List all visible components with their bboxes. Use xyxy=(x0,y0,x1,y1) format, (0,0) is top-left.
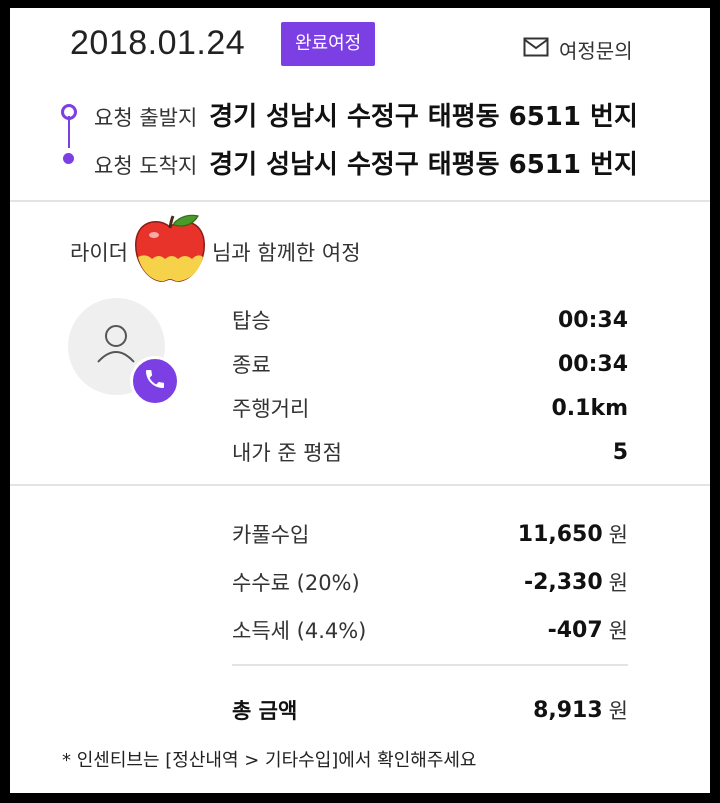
stat-value: 00:34 xyxy=(557,351,628,377)
income-row: 카풀수입 11,650 원 xyxy=(232,510,628,558)
total-value: 8,913 xyxy=(533,697,603,723)
trip-detail-card: 2018.01.24 완료여정 여정문의 요청 출발지경기 성남시 수정구 태평… xyxy=(10,8,710,793)
rider-suffix: 님과 함께한 여정 xyxy=(211,240,361,265)
total-label: 총 금액 xyxy=(232,699,298,723)
total-divider xyxy=(232,664,628,666)
income-breakdown: 카풀수입 11,650 원 수수료 (20%) -2,330 원 소득세 (4.… xyxy=(232,510,628,734)
income-amount: -2,330 원 xyxy=(524,567,628,597)
currency-unit: 원 xyxy=(608,699,628,723)
section-divider xyxy=(10,200,710,202)
stat-label: 탑승 xyxy=(232,309,271,333)
origin-row: 요청 출발지 경기 성남시 수정구 태평동 6511 번지 xyxy=(94,96,638,133)
origin-label: 요청 출발지 xyxy=(94,106,198,130)
trip-inquiry-label: 여정문의 xyxy=(559,39,633,63)
trip-inquiry-button[interactable]: 여정문의 xyxy=(523,35,633,64)
stat-label: 내가 준 평점 xyxy=(232,441,342,465)
income-label: 수수료 (20%) xyxy=(232,571,360,595)
total-amount: 8,913 원 xyxy=(533,695,628,725)
rider-prefix: 라이더 xyxy=(70,240,128,265)
income-label: 소득세 (4.4%) xyxy=(232,619,367,643)
section-divider xyxy=(10,484,710,486)
stat-row: 내가 준 평점 5 xyxy=(232,430,628,474)
total-row: 총 금액 8,913 원 xyxy=(232,686,628,734)
trip-stats: 탑승 00:34 종료 00:34 주행거리 0.1km 내가 준 평점 5 xyxy=(232,298,628,474)
income-label: 카풀수입 xyxy=(232,523,310,547)
stat-value: 00:34 xyxy=(557,307,628,333)
income-value: -2,330 xyxy=(523,569,603,595)
stat-row: 주행거리 0.1km xyxy=(232,386,628,430)
status-badge: 완료여정 xyxy=(281,22,376,66)
income-row: 소득세 (4.4%) -407 원 xyxy=(232,606,628,654)
destination-marker xyxy=(63,153,74,164)
currency-unit: 원 xyxy=(608,571,628,595)
destination-address: 경기 성남시 수정구 태평동 6511 번지 xyxy=(209,150,638,180)
stat-value: 5 xyxy=(612,439,628,465)
income-amount: -407 원 xyxy=(548,615,628,645)
income-amount: 11,650 원 xyxy=(518,519,628,549)
stat-row: 종료 00:34 xyxy=(232,342,628,386)
stat-value: 0.1km xyxy=(551,395,628,421)
income-value: -407 xyxy=(547,617,603,643)
origin-address: 경기 성남시 수정구 태평동 6511 번지 xyxy=(209,102,638,132)
apple-icon xyxy=(132,213,208,290)
phone-icon xyxy=(143,367,167,395)
destination-row: 요청 도착지 경기 성남시 수정구 태평동 6511 번지 xyxy=(94,144,638,181)
rider-line: 라이더 님과 함께한 여정 xyxy=(70,213,361,290)
trip-date: 2018.01.24 xyxy=(70,24,246,62)
stat-label: 종료 xyxy=(232,353,271,377)
mail-icon xyxy=(523,37,549,62)
destination-label: 요청 도착지 xyxy=(94,154,198,178)
currency-unit: 원 xyxy=(608,523,628,547)
call-button[interactable] xyxy=(130,356,180,406)
income-value: 11,650 xyxy=(517,521,603,547)
incentive-footnote: * 인센티브는 [정산내역 > 기타수입]에서 확인해주세요 xyxy=(62,750,477,771)
currency-unit: 원 xyxy=(608,619,628,643)
route-line xyxy=(68,116,70,148)
stat-label: 주행거리 xyxy=(232,397,310,421)
stat-row: 탑승 00:34 xyxy=(232,298,628,342)
income-row: 수수료 (20%) -2,330 원 xyxy=(232,558,628,606)
